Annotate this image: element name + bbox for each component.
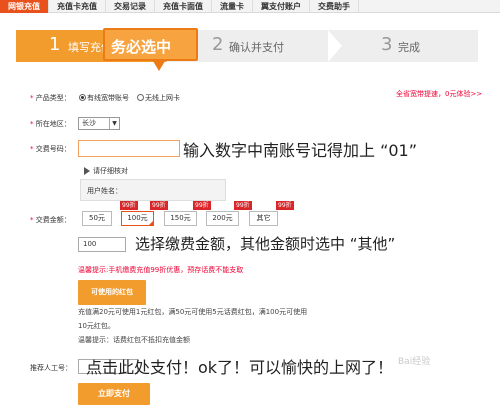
callout-tail [153,61,165,71]
step-2-number: 2 [212,34,224,55]
step-progress: 1 填写充值 2 确认并支付 3 完成 [16,30,478,62]
amount-option-50[interactable]: 50元 [82,211,112,226]
step-separator [328,30,342,62]
tab-card-recharge[interactable]: 充值卡充值 [49,0,106,13]
coupon-button[interactable]: 可使用的红包 [78,280,146,305]
tab-data-card[interactable]: 流量卡 [212,0,253,13]
account-input[interactable] [78,140,180,157]
amount-label: * 交费金额： [30,216,71,224]
amount-input[interactable]: 100 [78,237,126,252]
triangle-right-icon[interactable] [84,167,90,175]
callout-must-select: 务必选中 [103,28,198,71]
step-2-label: 确认并支付 [229,41,284,54]
account-label: * 交费号码： [30,145,71,153]
user-name-box: 用户姓名： [80,179,226,201]
amount-option-150[interactable]: 150元 [164,211,197,226]
required-star: * [30,94,34,102]
product-type-label: * 产品类型： [30,94,71,102]
step-1-number: 1 [49,34,61,55]
watermark: Bai经验 [398,357,431,367]
discount-badge: 99折 [150,201,168,210]
detail-toggle[interactable]: 请仔细核对 [84,166,128,176]
tab-payment-assistant[interactable]: 交费助手 [310,0,359,13]
discount-badge: 99折 [234,201,252,210]
callout-text: 务必选中 [111,38,172,56]
tab-card-values[interactable]: 充值卡面值 [155,0,212,13]
promo-link[interactable]: 全省宽带提速，0元体验>> [396,89,482,99]
tab-transactions[interactable]: 交易记录 [106,0,155,13]
selected-check-corner [148,220,154,226]
pay-now-button[interactable]: 立即支付 [78,383,150,405]
discount-notice: 温馨提示:手机缴费充值99折优惠，预存话费不能支取 [78,266,244,274]
region-select[interactable]: 长沙 ▼ [78,117,120,130]
account-hint: 输入数字中南账号记得加上 “01” [183,141,418,160]
top-nav: 网银充值 充值卡充值 交易记录 充值卡面值 流量卡 翼支付账户 交费助手 [0,0,500,13]
tab-online-banking[interactable]: 网银充值 [0,0,49,13]
amount-option-200[interactable]: 200元 [206,211,239,226]
radio-wired-broadband[interactable]: 有线宽带账号 [79,93,129,103]
radio-dot-checked[interactable] [79,93,86,101]
coupon-rule-line-2: 10元红包。 [78,322,115,330]
step-3-number: 3 [381,34,393,55]
amount-hint: 选择缴费金额，其他金额时选中 “其他” [135,235,396,253]
amount-option-other[interactable]: 其它 [249,211,278,226]
radio-wireless-card[interactable]: 无线上网卡 [137,93,180,103]
chevron-down-icon[interactable]: ▼ [109,118,119,129]
radio-dot[interactable] [137,93,144,101]
region-label: * 所在地区： [30,120,71,128]
pay-hint: 点击此处支付！ok了！可以愉快的上网了！ [86,358,394,377]
step-3-label: 完成 [398,41,420,54]
discount-badge: 99折 [193,201,211,210]
tab-bestpay-account[interactable]: 翼支付账户 [253,0,310,13]
coupon-tip: 温馨提示：话费红包不抵扣充值金额 [78,336,190,344]
discount-badge: 99折 [276,201,294,210]
referrer-label: 推荐人工号： [30,364,72,372]
coupon-rule-line-1: 充值满20元可使用1元红包，满50元可使用5元话费红包，满100元可使用 [78,308,308,316]
discount-badge: 99折 [120,201,138,210]
